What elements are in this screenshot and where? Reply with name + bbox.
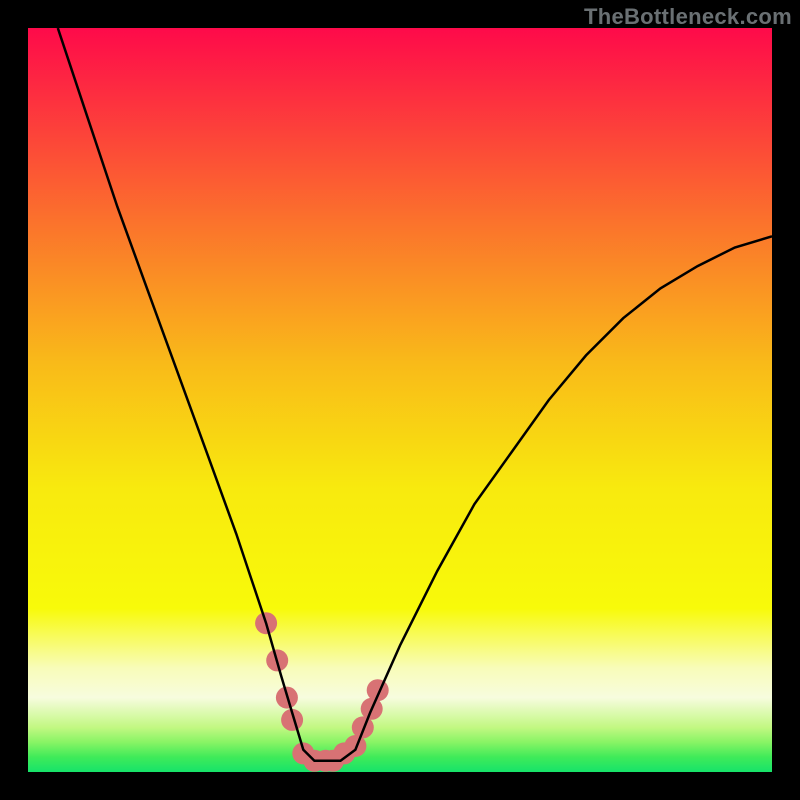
plot-svg xyxy=(28,28,772,772)
plot-area xyxy=(28,28,772,772)
chart-frame: TheBottleneck.com xyxy=(0,0,800,800)
gradient-background xyxy=(28,28,772,772)
watermark: TheBottleneck.com xyxy=(584,4,792,30)
